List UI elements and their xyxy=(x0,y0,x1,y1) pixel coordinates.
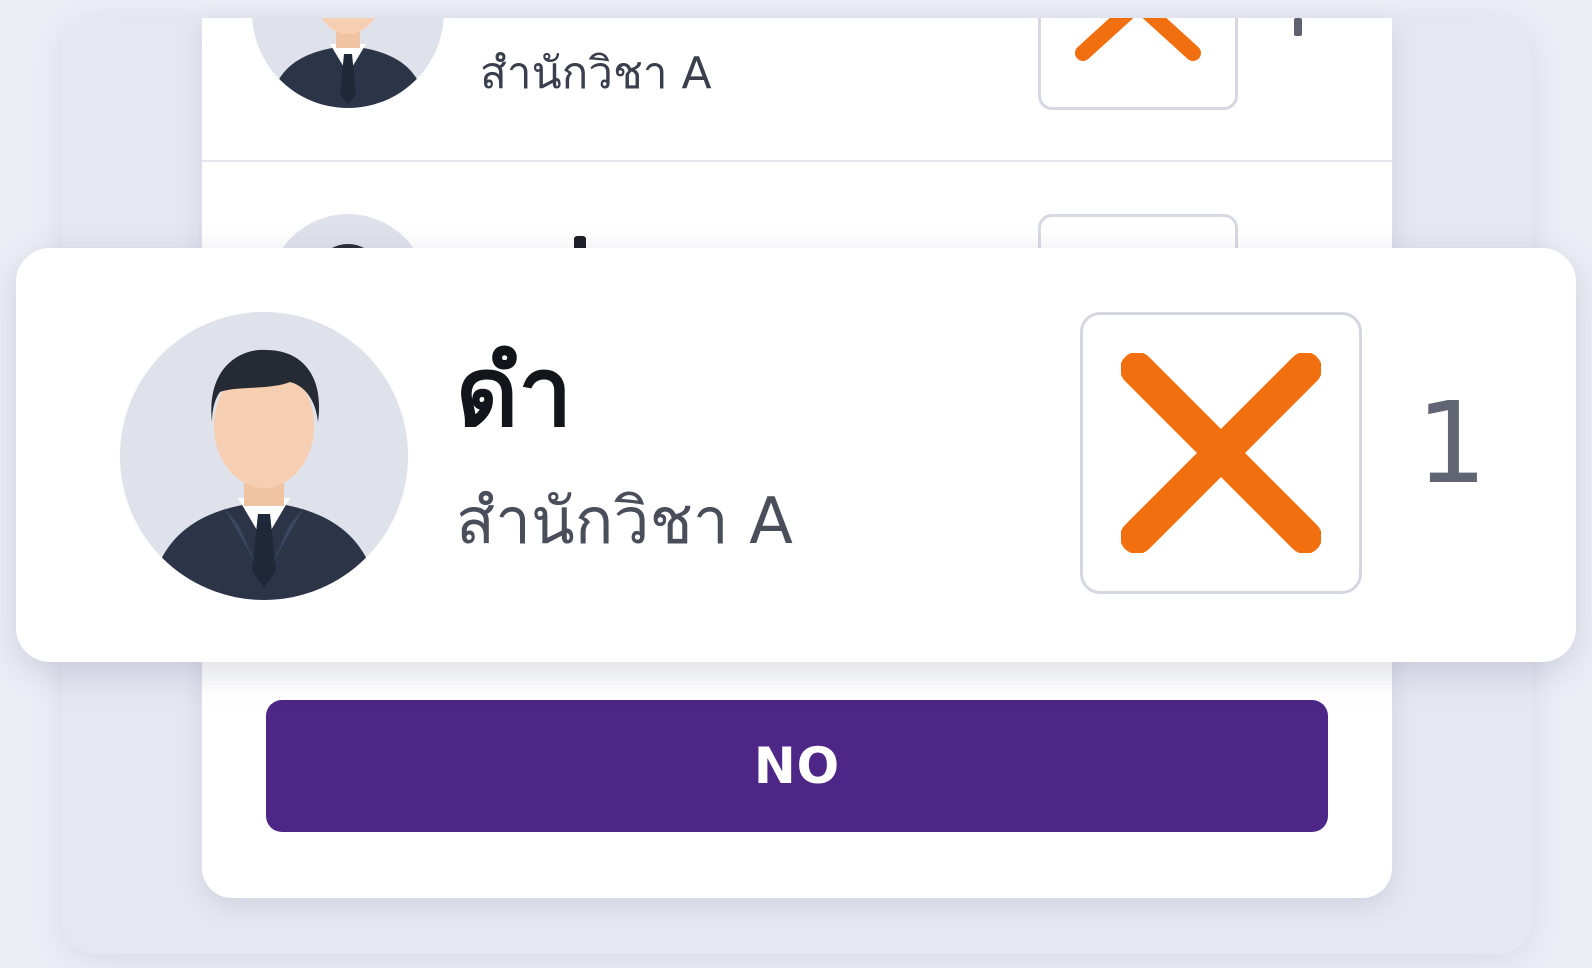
selected-candidate-card[interactable]: ดำ สำนักวิชา A 1 xyxy=(16,248,1576,662)
avatar xyxy=(120,312,408,600)
avatar xyxy=(252,18,444,108)
divider xyxy=(202,160,1392,162)
check-icon xyxy=(1075,18,1201,61)
vote-count: 1 xyxy=(1416,379,1488,509)
close-icon xyxy=(1121,353,1321,553)
vote-toggle[interactable] xyxy=(1080,312,1362,594)
candidate-name: ดำ xyxy=(456,336,573,448)
vote-toggle[interactable] xyxy=(1038,18,1238,110)
department-label: สำนักวิชา A xyxy=(456,485,793,559)
person-icon xyxy=(252,18,444,108)
no-button[interactable]: NO xyxy=(266,700,1328,832)
person-icon xyxy=(120,312,408,600)
vote-count xyxy=(1294,18,1302,36)
department-label: สำนักวิชา A xyxy=(480,48,712,99)
